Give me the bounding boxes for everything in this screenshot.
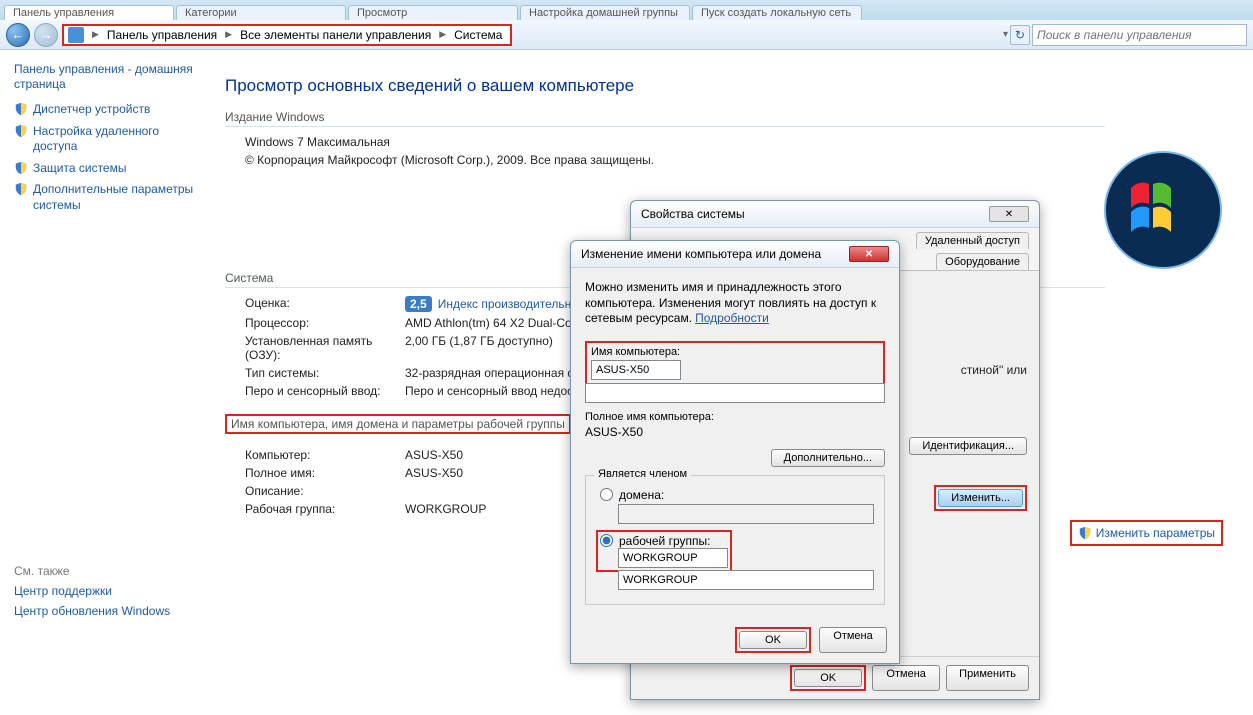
- dropdown-icon[interactable]: ▾: [1003, 29, 1008, 40]
- workgroup-radio[interactable]: [600, 534, 613, 547]
- ok-button[interactable]: OK: [739, 631, 807, 649]
- tab-item[interactable]: Просмотр: [348, 5, 518, 20]
- windows-logo-icon: [1103, 150, 1223, 270]
- domain-input: [618, 504, 874, 524]
- workgroup-input[interactable]: [618, 548, 728, 568]
- close-button[interactable]: ✕: [849, 246, 889, 262]
- identify-button[interactable]: Идентификация...: [909, 437, 1027, 455]
- nav-bar: ← → ▶ Панель управления ▶ Все элементы п…: [0, 20, 1253, 50]
- full-name-label: Полное имя компьютера:: [585, 411, 885, 423]
- search-input[interactable]: [1032, 24, 1247, 46]
- shield-icon: [1078, 526, 1092, 540]
- breadcrumb-item[interactable]: Панель управления: [103, 28, 221, 42]
- computer-name-input-full[interactable]: [585, 383, 885, 403]
- change-button[interactable]: Изменить...: [938, 489, 1023, 507]
- workgroup-label: Рабочая группа:: [245, 502, 405, 516]
- tab-item[interactable]: Пуск создать локальную сеть: [692, 5, 862, 20]
- member-of-group: Является членом домена: рабочей группы:: [585, 475, 885, 605]
- copyright: © Корпорация Майкрософт (Microsoft Corp.…: [245, 153, 1233, 167]
- breadcrumb-item[interactable]: Система: [450, 28, 506, 42]
- workgroup-value: WORKGROUP: [405, 502, 486, 516]
- rating-badge: 2,5: [405, 296, 432, 312]
- chevron-right-icon: ▶: [221, 29, 236, 40]
- breadcrumb-item[interactable]: Все элементы панели управления: [236, 28, 435, 42]
- shield-icon: [14, 161, 28, 175]
- section-edition: Издание Windows: [225, 110, 1105, 127]
- fullname-label: Полное имя:: [245, 466, 405, 480]
- close-button[interactable]: ✕: [989, 206, 1029, 222]
- tab-item[interactable]: Категории: [176, 5, 346, 20]
- sidebar-item-remote[interactable]: Настройка удаленного доступа: [14, 124, 205, 155]
- dialog-title: Свойства системы ✕: [631, 201, 1039, 228]
- computer-value: ASUS-X50: [405, 448, 463, 462]
- ram-label: Установленная память (ОЗУ):: [245, 334, 405, 362]
- chevron-right-icon: ▶: [435, 29, 450, 40]
- workgroup-radio-label: рабочей группы:: [619, 534, 710, 548]
- sidebar-item-device-manager[interactable]: Диспетчер устройств: [14, 102, 205, 118]
- computer-label: Компьютер:: [245, 448, 405, 462]
- rating-label: Оценка:: [245, 296, 405, 312]
- member-legend: Является членом: [594, 468, 691, 480]
- shield-icon: [14, 124, 28, 138]
- sidebar-item-advanced[interactable]: Дополнительные параметры системы: [14, 182, 205, 213]
- sidebar-item-label: Настройка удаленного доступа: [33, 124, 205, 155]
- forward-button[interactable]: →: [34, 23, 58, 47]
- change-params-link[interactable]: Изменить параметры: [1070, 520, 1223, 546]
- sidebar: Панель управления - домашняя страница Ди…: [0, 50, 215, 715]
- full-name-value: ASUS-X50: [585, 425, 885, 439]
- change-params-label: Изменить параметры: [1096, 526, 1215, 540]
- see-also-heading: См. также: [14, 564, 205, 578]
- workgroup-input-full[interactable]: [618, 570, 874, 590]
- dialog-description: Можно изменить имя и принадлежность этог…: [585, 280, 885, 327]
- computer-name-label: Имя компьютера:: [591, 346, 879, 358]
- cancel-button[interactable]: Отмена: [819, 627, 887, 653]
- shield-icon: [14, 182, 28, 196]
- cancel-button[interactable]: Отмена: [872, 665, 940, 691]
- breadcrumb: ▶ Панель управления ▶ Все элементы панел…: [62, 24, 512, 46]
- tab-remote[interactable]: Удаленный доступ: [916, 232, 1029, 249]
- dialog-title: Изменение имени компьютера или домена ✕: [571, 241, 899, 268]
- sidebar-item-label: Защита системы: [33, 161, 126, 177]
- details-link[interactable]: Подробности: [695, 311, 769, 325]
- back-button[interactable]: ←: [6, 23, 30, 47]
- more-button[interactable]: Дополнительно...: [771, 449, 885, 467]
- browser-tabs: Панель управления Категории Просмотр Нас…: [0, 0, 1253, 20]
- see-also-link-update[interactable]: Центр обновления Windows: [14, 604, 205, 618]
- ram-value: 2,00 ГБ (1,87 ГБ доступно): [405, 334, 553, 362]
- desc-label: Описание:: [245, 484, 405, 498]
- pen-label: Перо и сенсорный ввод:: [245, 384, 405, 398]
- cpu-value: AMD Athlon(tm) 64 X2 Dual-Core: [405, 316, 582, 330]
- tab-hardware[interactable]: Оборудование: [936, 253, 1029, 270]
- sidebar-home-link[interactable]: Панель управления - домашняя страница: [14, 62, 205, 92]
- computer-name-input[interactable]: [591, 360, 681, 380]
- fullname-value: ASUS-X50: [405, 466, 463, 480]
- see-also-link-support[interactable]: Центр поддержки: [14, 584, 205, 598]
- tab-item[interactable]: Панель управления: [4, 5, 174, 20]
- rename-computer-dialog: Изменение имени компьютера или домена ✕ …: [570, 240, 900, 664]
- ok-button[interactable]: OK: [794, 669, 862, 687]
- edition-value: Windows 7 Максимальная: [245, 135, 1233, 149]
- control-panel-icon: [68, 27, 84, 43]
- apply-button[interactable]: Применить: [946, 665, 1029, 691]
- section-computer-name: Имя компьютера, имя домена и параметры р…: [225, 414, 571, 434]
- chevron-right-icon: ▶: [88, 29, 103, 40]
- tab-item[interactable]: Настройка домашней группы: [520, 5, 690, 20]
- sidebar-item-label: Дополнительные параметры системы: [33, 182, 205, 213]
- domain-radio[interactable]: [600, 488, 613, 501]
- shield-icon: [14, 102, 28, 116]
- refresh-button[interactable]: ↻: [1010, 25, 1030, 45]
- sidebar-item-protection[interactable]: Защита системы: [14, 161, 205, 177]
- domain-radio-label: домена:: [619, 488, 664, 502]
- sidebar-item-label: Диспетчер устройств: [33, 102, 150, 118]
- cpu-label: Процессор:: [245, 316, 405, 330]
- page-title: Просмотр основных сведений о вашем компь…: [225, 76, 1233, 96]
- systype-label: Тип системы:: [245, 366, 405, 380]
